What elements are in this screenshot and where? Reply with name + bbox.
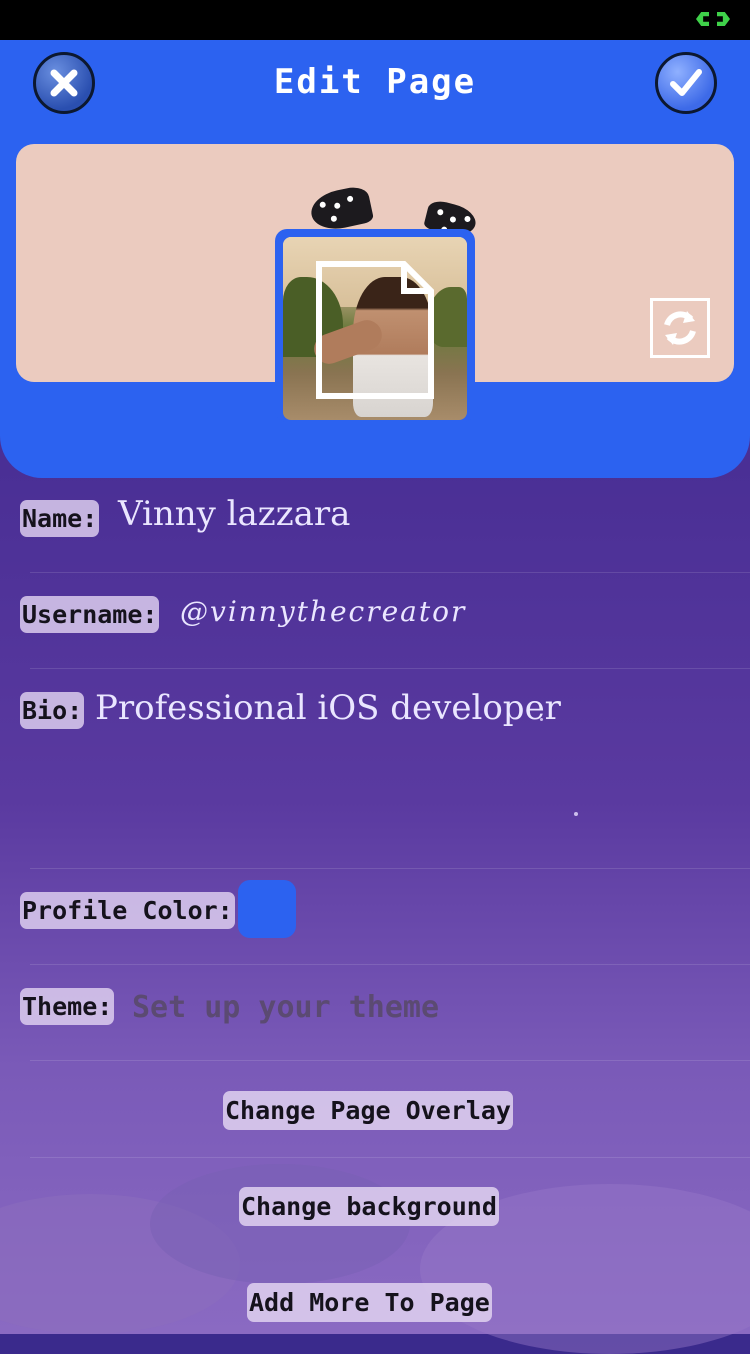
profile-color-label: Profile Color: (20, 892, 235, 929)
theme-label: Theme: (20, 988, 115, 1025)
header-panel: Edit Page (0, 40, 750, 478)
divider (30, 668, 750, 669)
star-decoration (540, 718, 543, 721)
bio-field[interactable]: Professional iOS developer (95, 688, 561, 728)
divider (30, 964, 750, 965)
theme-input[interactable]: Set up your theme (132, 990, 439, 1026)
change-page-overlay-button[interactable]: Change Page Overlay (223, 1091, 513, 1130)
divider (30, 572, 750, 573)
change-background-button[interactable]: Change background (239, 1187, 499, 1226)
battery-icon (696, 12, 730, 26)
name-label: Name: (20, 500, 100, 537)
divider (30, 1157, 750, 1158)
bio-label: Bio: (20, 692, 85, 729)
checkmark-icon (670, 69, 702, 96)
avatar[interactable] (283, 237, 467, 420)
page-title: Edit Page (273, 62, 477, 102)
avatar-frame[interactable] (275, 229, 475, 422)
username-field[interactable]: @vinnythecreator (180, 594, 466, 630)
divider (30, 868, 750, 869)
profile-color-swatch[interactable] (238, 880, 296, 938)
status-bar (0, 0, 750, 40)
divider (30, 1060, 750, 1061)
file-icon[interactable] (316, 261, 434, 399)
butterfly-decoration (307, 184, 375, 234)
refresh-icon[interactable] (650, 298, 710, 358)
add-more-to-page-button[interactable]: Add More To Page (247, 1283, 492, 1322)
username-label: Username: (20, 596, 160, 633)
name-field[interactable]: Vinny lazzara (118, 494, 350, 534)
done-button[interactable] (655, 52, 717, 114)
star-decoration (574, 812, 578, 816)
